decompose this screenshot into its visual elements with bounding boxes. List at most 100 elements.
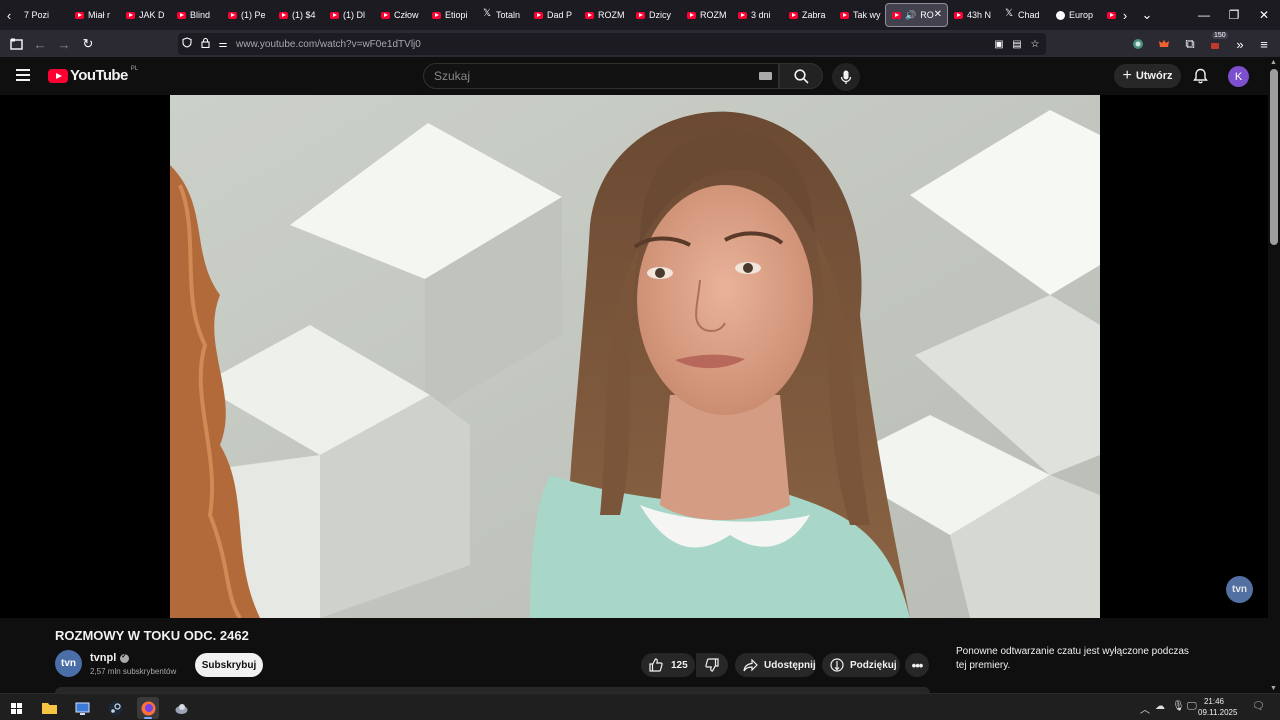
tab-label: ROZM xyxy=(598,10,625,20)
network-monitor-icon[interactable]: 🖵 xyxy=(1187,701,1197,712)
permissions-icon[interactable]: ⚌ xyxy=(214,39,232,50)
browser-toolbar: ← → ↻ ⚌ www.youtube.com/watch?v=wF0e1dTV… xyxy=(0,30,1280,57)
file-explorer-icon[interactable] xyxy=(38,697,60,719)
channel-name-link[interactable]: tvnpl xyxy=(90,652,130,664)
browser-tab[interactable]: (1) Dl xyxy=(324,3,375,27)
tab-label: (1) $4 xyxy=(292,10,316,20)
scroll-up-arrow-icon[interactable]: ▲ xyxy=(1270,59,1277,66)
extensions-puzzle-icon[interactable]: ⧉ xyxy=(1180,34,1200,54)
onedrive-cloud-icon[interactable]: ☁ xyxy=(1155,701,1165,712)
system-clock[interactable]: 21:46 09.11.2025 xyxy=(1198,696,1237,718)
start-button[interactable] xyxy=(5,697,27,719)
picture-in-picture-icon[interactable]: ▣ xyxy=(990,39,1008,50)
browser-tab[interactable]: 7 Pozi xyxy=(18,3,69,27)
subscribe-button[interactable]: Subskrybuj xyxy=(195,653,263,677)
browser-tab[interactable]: Etiopi xyxy=(426,3,477,27)
youtube-icon xyxy=(381,11,390,19)
scrollbar-thumb[interactable] xyxy=(1270,69,1278,245)
browser-tab[interactable]: Zabra xyxy=(783,3,834,27)
voice-search-button[interactable] xyxy=(832,63,860,91)
extension-shield-icon[interactable] xyxy=(1128,34,1148,54)
video-still-image xyxy=(170,95,1100,618)
reader-view-icon[interactable]: ▤ xyxy=(1008,39,1026,50)
game-launcher-icon[interactable] xyxy=(170,697,192,719)
sidebar-toggle-icon[interactable] xyxy=(6,34,26,54)
plus-icon: + xyxy=(1122,67,1132,84)
browser-tab[interactable]: Miał r xyxy=(69,3,120,27)
share-button[interactable]: Udostępnij xyxy=(735,653,816,677)
speaker-icon[interactable]: 🔊 xyxy=(905,10,916,21)
more-actions-button[interactable]: ••• xyxy=(905,653,929,677)
guide-menu-icon[interactable] xyxy=(16,69,30,81)
close-window-button[interactable]: ✕ xyxy=(1248,0,1280,30)
browser-tab[interactable]: Chad xyxy=(999,3,1050,27)
browser-tab[interactable]: (1) $4 xyxy=(273,3,324,27)
video-player[interactable]: tvn xyxy=(0,95,1268,618)
tabs-scroll-right-button[interactable]: › xyxy=(1116,0,1134,30)
browser-tab[interactable]: ROZM xyxy=(579,3,630,27)
more-horizontal-icon: ••• xyxy=(911,657,924,673)
keyboard-icon[interactable] xyxy=(759,72,772,80)
create-label: Utwórz xyxy=(1135,70,1173,82)
tab-label: Europ xyxy=(1069,10,1094,20)
dislike-button[interactable] xyxy=(696,653,728,677)
overflow-menu-icon[interactable]: » xyxy=(1230,34,1250,54)
browser-tab[interactable]: ROZM xyxy=(681,3,732,27)
list-all-tabs-button[interactable]: ⌄ xyxy=(1138,0,1156,30)
thumbs-down-icon xyxy=(705,658,719,672)
notifications-bell-icon[interactable] xyxy=(1190,66,1210,86)
browser-tab[interactable]: Dad P xyxy=(528,3,579,27)
tab-label: Blind xyxy=(190,10,211,20)
video-frame[interactable] xyxy=(170,95,1100,618)
browser-tab[interactable]: Europ xyxy=(1050,3,1101,27)
minimize-button[interactable]: — xyxy=(1188,0,1220,30)
thanks-button[interactable]: Podziękuj xyxy=(822,653,900,677)
browser-tab[interactable]: Blind xyxy=(171,3,222,27)
browser-tab[interactable]: Totaln xyxy=(477,3,528,27)
channel-avatar[interactable]: tvn xyxy=(55,650,82,677)
extension-fox-icon[interactable] xyxy=(1154,34,1174,54)
steam-icon[interactable] xyxy=(104,697,126,719)
computer-app-icon[interactable] xyxy=(71,697,93,719)
browser-tab[interactable]: (1) Pe xyxy=(222,3,273,27)
lock-icon[interactable] xyxy=(196,37,214,51)
close-tab-icon[interactable]: ✕ xyxy=(934,9,942,20)
channel-watermark[interactable]: tvn xyxy=(1226,576,1253,603)
notifications-center-icon[interactable]: 🗨 xyxy=(1252,701,1265,712)
search-button[interactable] xyxy=(779,63,823,89)
microphone-tray-icon[interactable]: 🎙 xyxy=(1172,701,1185,712)
youtube-icon xyxy=(177,11,186,19)
browser-tab[interactable]: Dzicy xyxy=(630,3,681,27)
scroll-down-arrow-icon[interactable]: ▼ xyxy=(1270,685,1277,692)
youtube-icon xyxy=(534,11,543,19)
tabs-scroll-left-button[interactable]: ‹ xyxy=(0,0,18,30)
account-avatar[interactable]: K xyxy=(1228,66,1249,87)
firefox-icon[interactable] xyxy=(137,697,159,719)
address-bar[interactable]: ⚌ www.youtube.com/watch?v=wF0e1dTVlj0 ▣ … xyxy=(178,33,1046,55)
back-button[interactable]: ← xyxy=(30,34,50,54)
browser-tab[interactable]: Tak wy xyxy=(834,3,885,27)
app-menu-icon[interactable]: ≡ xyxy=(1254,34,1274,54)
page-scrollbar[interactable]: ▲ ▼ xyxy=(1268,57,1280,693)
shield-icon[interactable] xyxy=(178,37,196,51)
browser-tab[interactable]: 3 dni xyxy=(732,3,783,27)
video-title: ROZMOWY W TOKU ODC. 2462 xyxy=(55,628,249,643)
forward-button[interactable]: → xyxy=(54,34,74,54)
browser-tab[interactable]: Człow xyxy=(375,3,426,27)
like-button[interactable]: 125 xyxy=(641,653,695,677)
extension-counter-icon[interactable]: 150 xyxy=(1205,32,1228,54)
tab-label: Tak wy xyxy=(853,10,881,20)
tab-label: Człow xyxy=(394,10,419,20)
microphone-icon xyxy=(840,70,852,84)
bookmark-star-icon[interactable]: ☆ xyxy=(1026,39,1044,50)
browser-tab[interactable]: JAK D xyxy=(120,3,171,27)
reload-button[interactable]: ↻ xyxy=(78,34,98,54)
youtube-logo[interactable]: YouTube PL xyxy=(48,66,138,84)
tab-label: 3 dni xyxy=(751,10,771,20)
browser-tab-active[interactable]: 🔊 RO ✕ xyxy=(885,3,948,27)
search-input[interactable]: Szukaj xyxy=(423,63,779,89)
browser-tab[interactable]: 43h N xyxy=(948,3,999,27)
show-hidden-icons-chevron-icon[interactable]: ︿ xyxy=(1140,701,1150,716)
restore-button[interactable]: ❐ xyxy=(1218,0,1250,30)
create-button[interactable]: + Utwórz xyxy=(1114,64,1181,88)
